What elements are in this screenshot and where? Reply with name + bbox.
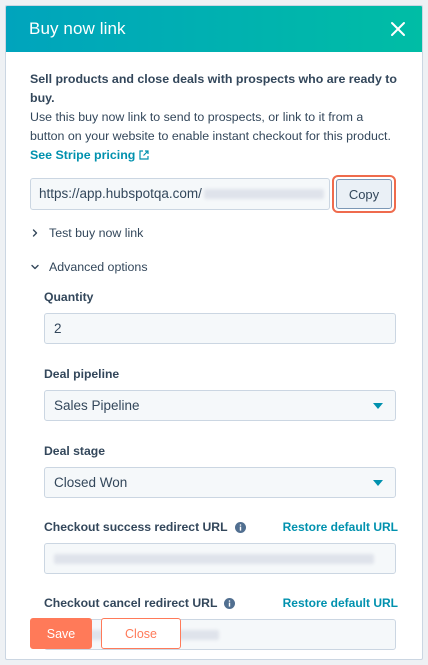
- caret-down-icon: [373, 479, 383, 486]
- quantity-label: Quantity: [44, 290, 94, 304]
- stripe-pricing-link[interactable]: See Stripe pricing: [30, 148, 135, 162]
- close-icon[interactable]: [386, 17, 410, 41]
- deal-stage-select[interactable]: Closed Won: [44, 467, 396, 498]
- redacted-url-part: [203, 189, 324, 200]
- success-redirect-label-row: Checkout success redirect URL Restore de…: [44, 519, 398, 535]
- buy-now-link-dialog: Buy now link Sell products and close dea…: [5, 5, 423, 660]
- deal-stage-field: Deal stage Closed Won: [44, 443, 398, 498]
- advanced-options-toggle[interactable]: Advanced options: [30, 260, 398, 274]
- cancel-redirect-label-wrap: Checkout cancel redirect URL: [44, 596, 236, 610]
- dialog-title: Buy now link: [29, 19, 126, 38]
- advanced-options-label: Advanced options: [49, 260, 148, 274]
- intro-text: Sell products and close deals with prosp…: [30, 70, 398, 165]
- advanced-options: Quantity 2 Deal pipeline Sales Pipeline …: [30, 289, 398, 650]
- success-redirect-field: Checkout success redirect URL Restore de…: [44, 519, 398, 574]
- dialog-header: Buy now link: [6, 6, 422, 52]
- redacted-url: [54, 554, 374, 565]
- test-buy-now-link-label: Test buy now link: [49, 226, 144, 240]
- dialog-body: Sell products and close deals with prosp…: [6, 52, 422, 650]
- caret-down-icon: [373, 402, 383, 409]
- deal-pipeline-select[interactable]: Sales Pipeline: [44, 390, 396, 421]
- test-buy-now-link-toggle[interactable]: Test buy now link: [30, 226, 398, 240]
- quantity-field: Quantity 2: [44, 289, 398, 344]
- deal-stage-label: Deal stage: [44, 444, 105, 458]
- deal-pipeline-field: Deal pipeline Sales Pipeline: [44, 366, 398, 421]
- cancel-redirect-label-row: Checkout cancel redirect URL Restore def…: [44, 595, 398, 611]
- intro-heading: Sell products and close deals with prosp…: [30, 72, 398, 105]
- success-restore-default-link[interactable]: Restore default URL: [283, 520, 398, 534]
- buy-link-url: https://app.hubspotqa.com/: [39, 186, 202, 201]
- deal-pipeline-label-row: Deal pipeline: [44, 366, 398, 382]
- cancel-restore-default-link[interactable]: Restore default URL: [283, 596, 398, 610]
- deal-stage-value: Closed Won: [54, 475, 128, 490]
- chevron-down-icon: [31, 264, 39, 270]
- dialog-footer: Save Close: [30, 618, 181, 649]
- deal-pipeline-label: Deal pipeline: [44, 367, 120, 381]
- close-button[interactable]: Close: [101, 618, 181, 649]
- info-icon[interactable]: [224, 597, 236, 609]
- copy-button[interactable]: Copy: [336, 179, 392, 209]
- save-button[interactable]: Save: [30, 618, 92, 649]
- intro-description: Use this buy now link to send to prospec…: [30, 110, 391, 143]
- info-icon[interactable]: [234, 521, 246, 533]
- quantity-input[interactable]: 2: [44, 313, 396, 344]
- cancel-redirect-label: Checkout cancel redirect URL: [44, 596, 218, 610]
- success-redirect-label-wrap: Checkout success redirect URL: [44, 520, 246, 534]
- external-link-icon: [139, 150, 149, 160]
- success-redirect-label: Checkout success redirect URL: [44, 520, 228, 534]
- chevron-right-icon: [32, 229, 38, 237]
- quantity-label-row: Quantity: [44, 289, 398, 305]
- copy-button-highlight: Copy: [332, 175, 396, 213]
- buy-link-input[interactable]: https://app.hubspotqa.com/: [30, 178, 330, 210]
- deal-stage-label-row: Deal stage: [44, 443, 398, 459]
- buy-link-row: https://app.hubspotqa.com/ Copy: [30, 175, 398, 213]
- deal-pipeline-value: Sales Pipeline: [54, 398, 140, 413]
- success-redirect-input[interactable]: [44, 543, 396, 574]
